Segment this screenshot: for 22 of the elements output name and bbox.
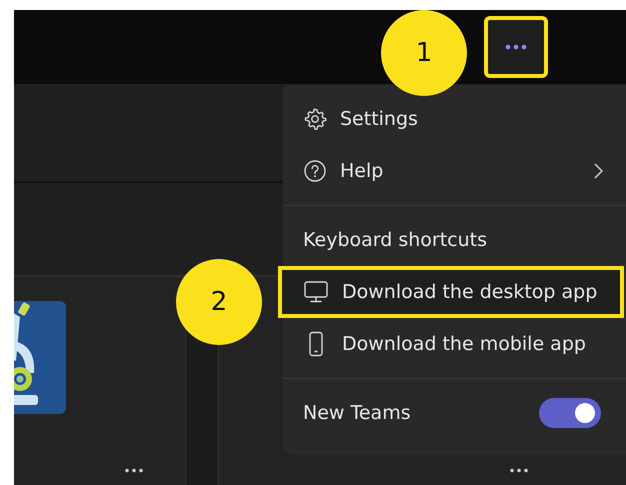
menu-item[interactable]: Settings [283, 93, 626, 145]
menu-item-label: Settings [340, 108, 418, 130]
menu-item-label: Download the desktop app [342, 281, 598, 303]
help-icon [303, 159, 327, 183]
microscope-icon [14, 301, 66, 414]
menu-item[interactable]: Keyboard shortcuts [283, 214, 626, 266]
menu-item-label: Download the mobile app [342, 333, 586, 355]
more-icon[interactable] [124, 468, 144, 473]
menu-item-label: Keyboard shortcuts [303, 229, 488, 251]
settings-icon [303, 107, 327, 131]
more-icon [505, 44, 527, 50]
toggle-switch[interactable] [539, 398, 601, 428]
chevron-right-icon [593, 162, 605, 180]
menu-item-label: Help [340, 160, 384, 182]
menu-item[interactable]: Download the desktop app [278, 266, 624, 318]
menu-item[interactable]: New Teams [283, 387, 626, 439]
monitor-icon [303, 280, 329, 304]
menu-item[interactable]: Help [283, 145, 626, 197]
more-options-button[interactable] [484, 16, 548, 78]
more-icon[interactable] [509, 468, 529, 473]
menu-item-label: New Teams [303, 402, 411, 424]
menu-item[interactable]: Download the mobile app [283, 318, 626, 370]
